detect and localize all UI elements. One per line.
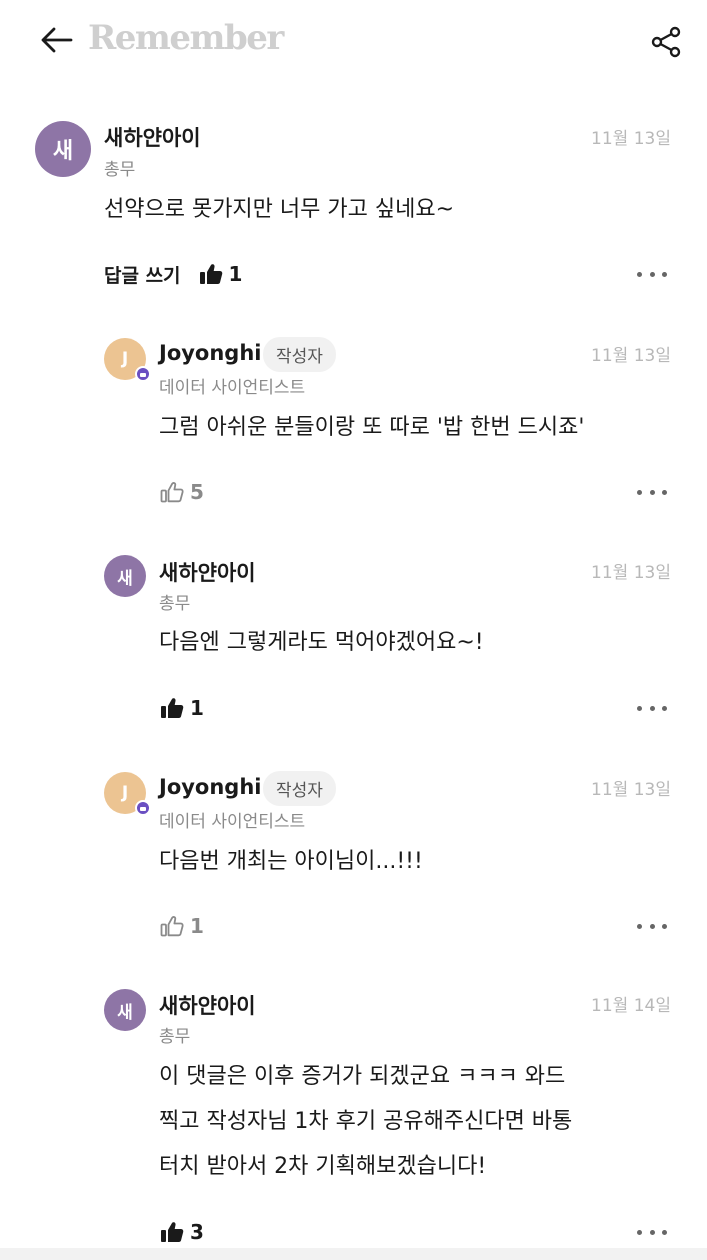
top-bar: Remember (0, 0, 707, 80)
verified-badge-icon (135, 366, 151, 382)
bottom-edge (0, 1248, 707, 1260)
share-icon (651, 26, 681, 58)
comment-author-role: 총무 (159, 594, 191, 614)
like-count: 3 (190, 1220, 204, 1244)
comment-date: 11월 13일 (591, 129, 671, 149)
share-button[interactable] (646, 22, 686, 62)
comment-actions: 5 (160, 477, 204, 507)
comment-actions: 3 (160, 1217, 204, 1247)
avatar[interactable]: J (104, 772, 151, 816)
like-button[interactable]: 1 (160, 696, 204, 720)
avatar[interactable]: 새 (35, 121, 91, 177)
thumbs-up-outline-icon (160, 482, 184, 503)
more-button[interactable] (637, 482, 667, 502)
comment-text: 선약으로 못가지만 너무 가고 싶네요~ (104, 197, 455, 222)
like-count: 1 (228, 262, 243, 286)
more-button[interactable] (637, 916, 667, 936)
more-button[interactable] (637, 264, 667, 284)
comment-date: 11월 13일 (591, 780, 671, 800)
verified-badge-icon (135, 800, 151, 816)
comment-date: 11월 13일 (591, 563, 671, 583)
comment-author-role: 총무 (104, 160, 136, 180)
comment-text: 그럼 아쉬운 분들이랑 또 따로 '밥 한번 드시죠' (159, 415, 585, 440)
more-icon (637, 271, 642, 277)
comment-text: 다음번 개최는 아이님이...!!! (159, 849, 423, 874)
comment-author-name[interactable]: 새하얀아이 (159, 990, 256, 1020)
back-arrow-icon (41, 27, 73, 53)
thumbs-up-filled-icon (161, 1222, 184, 1242)
reply-item: J Joyonghi 작성자 데이터 사이언티스트 11월 13일 다음번 개최… (0, 769, 707, 949)
comment-author-name[interactable]: 새하얀아이 (104, 122, 201, 152)
comment-author-name[interactable]: Joyonghi (159, 341, 262, 365)
more-icon (637, 489, 642, 495)
more-button[interactable] (637, 698, 667, 718)
avatar[interactable]: 새 (104, 555, 146, 597)
like-button[interactable]: 3 (160, 1220, 204, 1244)
like-button[interactable]: 1 (160, 914, 204, 938)
thumbs-up-filled-icon (161, 698, 184, 718)
like-count: 1 (190, 696, 204, 720)
comment-author-name[interactable]: Joyonghi (159, 775, 262, 799)
more-icon (637, 705, 642, 711)
like-count: 5 (190, 480, 204, 504)
comment-text: 이 댓글은 이후 증거가 되겠군요 ㅋㅋㅋ 와드 찍고 작성자님 1차 후기 공… (159, 1064, 573, 1179)
comment-text: 다음엔 그렇게라도 먹어야겠어요~! (159, 630, 484, 655)
reply-item: 새 새하얀아이 총무 11월 14일 이 댓글은 이후 증거가 되겠군요 ㅋㅋㅋ… (0, 986, 707, 1248)
like-count: 1 (190, 914, 204, 938)
comment-date: 11월 14일 (591, 996, 671, 1016)
more-icon (637, 923, 642, 929)
author-tag: 작성자 (263, 337, 336, 372)
like-button[interactable]: 5 (160, 480, 204, 504)
thumbs-up-outline-icon (160, 916, 184, 937)
back-button[interactable] (36, 20, 76, 60)
comment-item: 새 새하얀아이 총무 11월 13일 선약으로 못가지만 너무 가고 싶네요~ … (0, 118, 707, 298)
comment-actions: 1 (160, 693, 204, 723)
reply-item: J Joyonghi 작성자 데이터 사이언티스트 11월 13일 그럼 아쉬운… (0, 335, 707, 515)
avatar[interactable]: J (104, 338, 151, 382)
comment-author-name[interactable]: 새하얀아이 (159, 557, 256, 587)
comment-actions: 답글 쓰기 1 (104, 259, 242, 289)
like-button[interactable]: 1 (199, 262, 243, 286)
author-tag: 작성자 (263, 771, 336, 806)
comment-author-role: 데이터 사이언티스트 (159, 378, 306, 398)
app-logo: Remember (88, 18, 284, 58)
comment-date: 11월 13일 (591, 346, 671, 366)
comment-author-role: 총무 (159, 1027, 191, 1047)
comment-actions: 1 (160, 911, 204, 941)
reply-item: 새 새하얀아이 총무 11월 13일 다음엔 그렇게라도 먹어야겠어요~! 1 (0, 552, 707, 732)
reply-button[interactable]: 답글 쓰기 (104, 261, 181, 288)
avatar[interactable]: 새 (104, 989, 146, 1031)
comment-author-role: 데이터 사이언티스트 (159, 812, 306, 832)
more-icon (637, 1229, 642, 1235)
thumbs-up-filled-icon (199, 264, 222, 284)
more-button[interactable] (637, 1222, 667, 1242)
